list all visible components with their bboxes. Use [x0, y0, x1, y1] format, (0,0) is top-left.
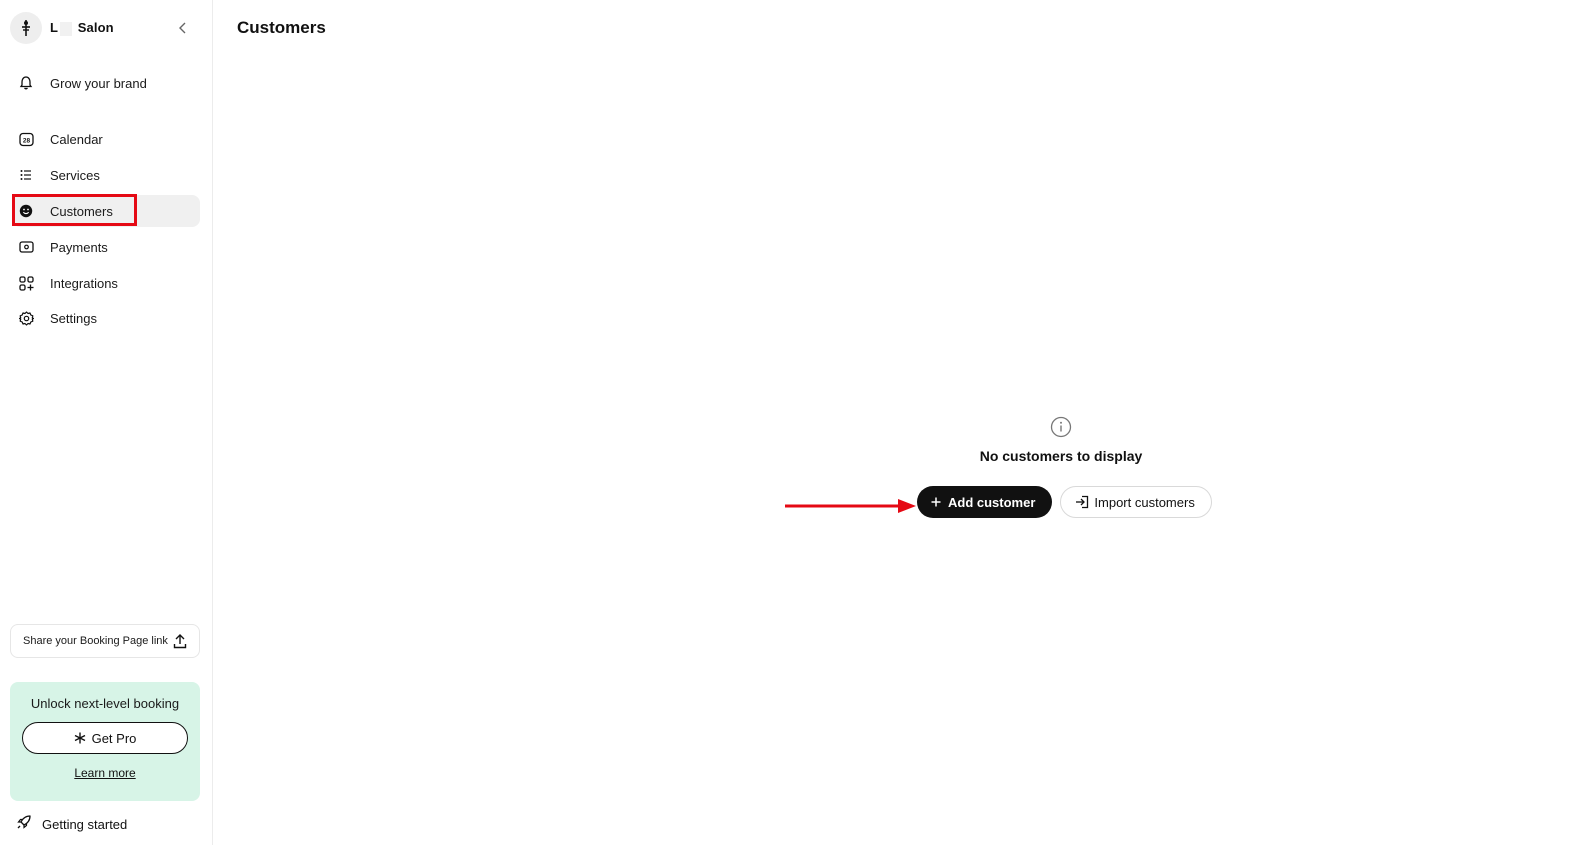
get-pro-label: Get Pro: [91, 730, 137, 746]
nav-label: Customers: [50, 203, 113, 219]
sparkle-icon: [74, 732, 86, 744]
sidebar-item-payments[interactable]: Payments: [12, 231, 200, 263]
import-icon: [1075, 495, 1089, 509]
collapse-sidebar-button[interactable]: [174, 19, 192, 37]
grid-plus-icon: [12, 275, 40, 291]
import-customers-button[interactable]: Import customers: [1060, 486, 1212, 518]
nav-label: Services: [50, 167, 100, 183]
chevron-left-icon: [179, 22, 186, 34]
info-icon: [900, 416, 1222, 438]
smiley-icon: [12, 204, 40, 218]
rocket-icon: [16, 814, 32, 835]
share-label: Share your Booking Page link: [23, 635, 168, 647]
calendar-day-number: 28: [22, 137, 30, 144]
getting-started-label: Getting started: [42, 816, 128, 832]
brand-name: L Salon: [50, 20, 114, 36]
page-title: Customers: [237, 18, 326, 37]
nav-label: Grow your brand: [50, 75, 147, 91]
add-customer-button[interactable]: Add customer: [917, 486, 1053, 518]
brand-logo-icon: [22, 20, 30, 36]
sidebar-item-settings[interactable]: Settings: [12, 302, 200, 334]
calendar-icon: 28: [12, 132, 40, 147]
sidebar: L Salon Grow your brand 28 Calendar Serv…: [0, 0, 213, 845]
empty-state-actions: Add customer Import customers: [917, 486, 1212, 518]
plus-icon: [931, 497, 941, 507]
nav-label: Payments: [50, 239, 108, 255]
upload-icon: [173, 633, 187, 654]
brand-header[interactable]: L Salon: [10, 11, 200, 45]
nav-grow-your-brand[interactable]: Grow your brand: [12, 67, 200, 99]
getting-started-link[interactable]: Getting started: [16, 812, 127, 836]
get-pro-button[interactable]: Get Pro: [22, 722, 188, 754]
nav-label: Integrations: [50, 275, 118, 291]
brand-avatar: [10, 12, 42, 44]
promo-title: Unlock next-level booking: [30, 696, 180, 711]
upgrade-promo-card: Unlock next-level booking Get Pro Learn …: [10, 682, 200, 801]
add-customer-label: Add customer: [948, 494, 1036, 510]
gear-icon: [12, 310, 40, 326]
nav-label: Calendar: [50, 131, 103, 147]
empty-state: No customers to display: [900, 416, 1222, 464]
share-booking-link-button[interactable]: Share your Booking Page link: [10, 624, 200, 658]
annotation-arrow: [785, 499, 916, 513]
list-icon: [12, 169, 40, 181]
learn-more-link[interactable]: Learn more: [10, 766, 200, 780]
import-customers-label: Import customers: [1094, 494, 1195, 510]
sidebar-item-customers[interactable]: Customers: [12, 195, 200, 227]
nav-label: Settings: [50, 310, 97, 326]
redaction-mask: [60, 21, 73, 36]
brand-initial: L: [50, 20, 59, 36]
empty-state-message: No customers to display: [979, 448, 1143, 464]
payment-icon: [12, 241, 40, 253]
sidebar-item-integrations[interactable]: Integrations: [12, 267, 200, 299]
brand-name-text: Salon: [77, 20, 114, 36]
sidebar-item-calendar[interactable]: 28 Calendar: [12, 123, 200, 155]
sidebar-item-services[interactable]: Services: [12, 159, 200, 191]
rocket-bell-icon: [12, 76, 40, 90]
